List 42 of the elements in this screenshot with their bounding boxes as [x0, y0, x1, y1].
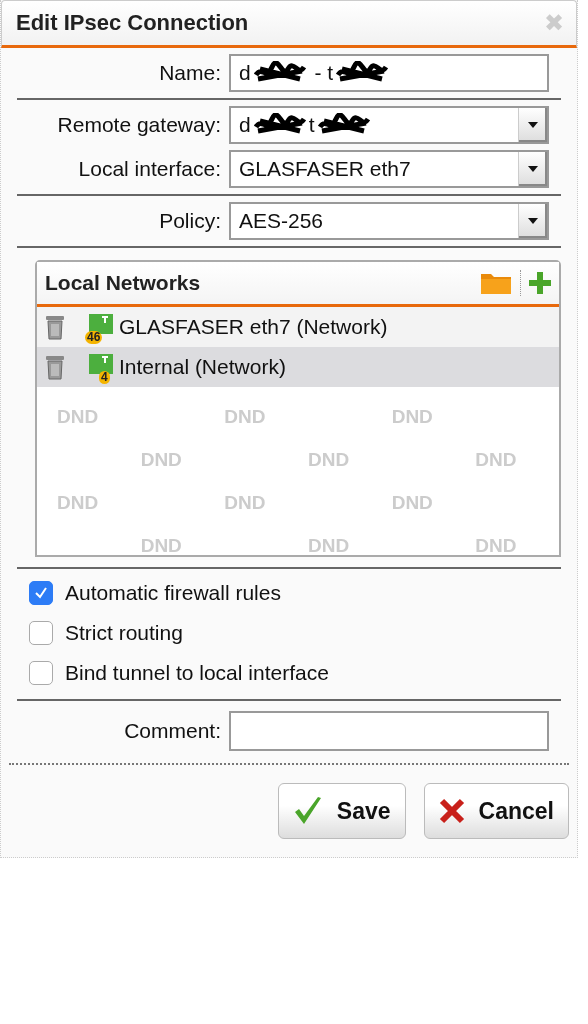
dropdown[interactable]: GLASFASER eth7	[229, 150, 549, 188]
check-icon	[292, 796, 323, 826]
add-icon[interactable]	[529, 272, 551, 294]
checkbox[interactable]	[29, 581, 53, 605]
dropdown-arrow-icon	[528, 166, 538, 172]
checkbox[interactable]	[29, 661, 53, 685]
window-title: Edit IPsec Connection	[16, 10, 249, 36]
field-label: Local interface:	[77, 157, 221, 181]
count-badge: 46	[85, 331, 103, 344]
field-value: d	[239, 113, 251, 137]
save-button[interactable]: Save	[277, 783, 406, 839]
list-item[interactable]: 4 Internal (Network)	[37, 347, 559, 387]
count-badge: 4	[99, 371, 110, 384]
list-item-label: Internal (Network)	[119, 355, 286, 379]
dropdown-arrow-icon	[528, 122, 538, 128]
folder-icon[interactable]	[480, 271, 512, 295]
list-item[interactable]: 46 GLASFASER eth7 (Network)	[37, 307, 559, 347]
list-item-label: GLASFASER eth7 (Network)	[119, 315, 388, 339]
field-label: Policy:	[158, 209, 221, 233]
panel-title: Local Networks	[45, 271, 202, 295]
checkbox-label: Automatic firewall rules	[65, 581, 281, 605]
field-value: d	[239, 61, 251, 85]
dropdown[interactable]: d t	[229, 106, 549, 144]
input-field[interactable]	[229, 711, 549, 751]
dropdown-arrow-icon	[528, 218, 538, 224]
close-icon	[438, 798, 465, 824]
field-value: GLASFASER eth7	[239, 157, 411, 181]
field-value: - t	[313, 61, 334, 85]
dropdown[interactable]: AES-256	[229, 202, 549, 240]
checkbox-label: Bind tunnel to local interface	[65, 661, 329, 685]
field-label: Name:	[158, 61, 221, 85]
field-label: Remote gateway:	[56, 113, 221, 137]
trash-icon[interactable]	[45, 354, 65, 380]
field-value: t	[308, 113, 315, 137]
checkmark-icon	[34, 587, 48, 599]
input-field[interactable]: d - t	[229, 54, 549, 92]
field-label: Comment:	[123, 719, 221, 743]
trash-icon[interactable]	[45, 314, 65, 340]
checkbox[interactable]	[29, 621, 53, 645]
checkbox-label: Strict routing	[65, 621, 183, 645]
cancel-button[interactable]: Cancel	[423, 783, 569, 839]
field-value: AES-256	[239, 209, 324, 233]
